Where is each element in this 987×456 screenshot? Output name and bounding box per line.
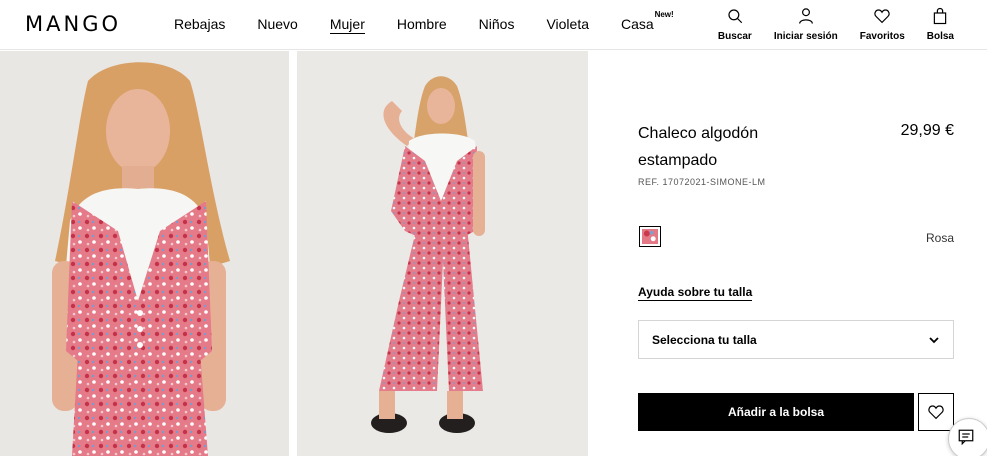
product-image-closeup[interactable] bbox=[0, 51, 289, 456]
size-select-label: Selecciona tu talla bbox=[652, 332, 757, 347]
header-actions: Buscar Iniciar sesión Favoritos Bolsa bbox=[696, 7, 954, 42]
nav-casa-label: Casa bbox=[621, 16, 654, 32]
site-header: MANGO Rebajas Nuevo Mujer Hombre Niños V… bbox=[0, 0, 987, 50]
login-button[interactable]: Iniciar sesión bbox=[774, 7, 838, 42]
chevron-down-icon bbox=[929, 336, 939, 343]
add-to-bag-label: Añadir a la bolsa bbox=[727, 405, 825, 419]
favorites-button[interactable]: Favoritos bbox=[860, 7, 905, 42]
main-nav: Rebajas Nuevo Mujer Hombre Niños Violeta… bbox=[174, 10, 686, 34]
selected-color-name: Rosa bbox=[925, 231, 954, 245]
bag-button[interactable]: Bolsa bbox=[927, 7, 954, 42]
search-button[interactable]: Buscar bbox=[718, 7, 752, 42]
chat-icon bbox=[958, 429, 974, 446]
search-label: Buscar bbox=[717, 31, 752, 42]
nav-rebajas[interactable]: Rebajas bbox=[174, 16, 225, 34]
product-price: 29,99 € bbox=[900, 122, 954, 139]
nav-violeta[interactable]: Violeta bbox=[546, 16, 589, 34]
new-badge: New! bbox=[654, 10, 674, 19]
mango-logo[interactable]: MANGO bbox=[25, 12, 121, 36]
product-photo-fullbody bbox=[297, 51, 588, 456]
color-swatch-pattern bbox=[642, 229, 658, 244]
heart-icon bbox=[874, 9, 890, 24]
product-reference: REF. 17072021-SIMONE-LM bbox=[638, 177, 766, 187]
nav-casa[interactable]: Casa New! bbox=[621, 10, 674, 34]
product-photo-closeup bbox=[0, 51, 289, 456]
chat-button[interactable] bbox=[948, 418, 987, 456]
user-icon bbox=[798, 8, 813, 24]
product-image-fullbody[interactable] bbox=[297, 51, 588, 456]
favorites-label: Favoritos bbox=[859, 31, 905, 42]
login-label: Iniciar sesión bbox=[773, 31, 838, 42]
color-swatch-rosa[interactable] bbox=[639, 226, 661, 247]
nav-hombre[interactable]: Hombre bbox=[397, 16, 447, 34]
nav-nuevo[interactable]: Nuevo bbox=[257, 16, 297, 34]
product-title-line1: Chaleco algodón bbox=[638, 125, 759, 142]
nav-ninos[interactable]: Niños bbox=[479, 16, 515, 34]
bag-label: Bolsa bbox=[926, 31, 954, 42]
product-title: Chaleco algodón estampado bbox=[638, 120, 838, 174]
search-icon bbox=[728, 9, 743, 24]
product-title-line2: estampado bbox=[638, 152, 718, 169]
nav-mujer[interactable]: Mujer bbox=[329, 16, 365, 34]
size-help-link[interactable]: Ayuda sobre tu talla bbox=[638, 285, 753, 301]
heart-icon bbox=[928, 405, 944, 420]
size-select-dropdown[interactable]: Selecciona tu talla bbox=[638, 320, 954, 359]
add-to-favorites-button[interactable] bbox=[918, 393, 954, 431]
add-to-bag-button[interactable]: Añadir a la bolsa bbox=[638, 393, 914, 431]
shopping-bag-icon bbox=[934, 7, 947, 25]
